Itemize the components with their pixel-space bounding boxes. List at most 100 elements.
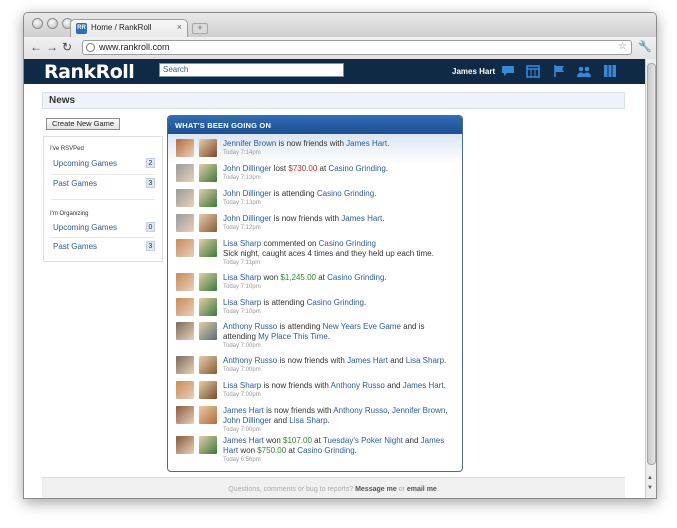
timestamp: Today 7:13pm — [223, 200, 261, 206]
vertical-scrollbar[interactable]: ▲ ▼ — [645, 59, 656, 498]
sidebar-item-rsvp-upcoming[interactable]: Upcoming Games 2 — [53, 157, 155, 171]
feed-link[interactable]: James Hart — [341, 214, 382, 223]
user-avatar[interactable] — [176, 406, 194, 424]
back-icon[interactable]: ← — [30, 40, 42, 54]
chat-bubble-icon[interactable] — [500, 64, 516, 78]
feed-link[interactable]: Lisa Sharp — [406, 356, 444, 365]
feed-link[interactable]: James Hart — [346, 139, 387, 148]
feed-link[interactable]: James Hart — [403, 381, 444, 390]
user-avatar[interactable] — [176, 273, 194, 291]
feed-link[interactable]: Anthony Russo — [333, 406, 387, 415]
feed-link[interactable]: My Place This Time — [258, 332, 328, 341]
feed-link[interactable]: James Hart — [347, 356, 388, 365]
feed-link[interactable]: Lisa Sharp — [223, 239, 261, 248]
related-avatar[interactable] — [199, 298, 217, 316]
scroll-up-icon[interactable]: ▲ — [647, 475, 653, 481]
sidebar-item-org-upcoming[interactable]: Upcoming Games 0 — [53, 221, 155, 235]
related-avatar[interactable] — [199, 273, 217, 291]
feed-link[interactable]: Casino Grinding — [327, 273, 384, 282]
user-avatar[interactable] — [176, 381, 194, 399]
related-avatar[interactable] — [199, 214, 217, 232]
money-amount: $730.00 — [288, 164, 318, 173]
feed-link[interactable]: Casino Grinding — [317, 189, 374, 198]
reload-icon[interactable]: ↻ — [62, 40, 72, 54]
related-avatar[interactable] — [199, 239, 217, 257]
feed-link[interactable]: Anthony Russo — [223, 356, 277, 365]
feed-link[interactable]: Casino Grinding — [297, 446, 354, 455]
people-icon[interactable] — [576, 64, 592, 78]
footer-text-mid: or — [396, 486, 407, 493]
related-avatar[interactable] — [199, 322, 217, 340]
user-avatar[interactable] — [176, 239, 194, 257]
timestamp: Today 7:13pm — [223, 175, 261, 181]
user-avatar[interactable] — [176, 214, 194, 232]
feed-text: is now friends with — [277, 356, 348, 365]
feed-link[interactable]: Tuesday's Poker Night — [323, 436, 403, 445]
feed-link[interactable]: John Dillinger — [223, 416, 271, 425]
related-avatar[interactable] — [199, 164, 217, 182]
calendar-icon[interactable] — [525, 64, 541, 78]
user-avatar[interactable] — [176, 189, 194, 207]
related-avatar[interactable] — [199, 139, 217, 157]
forward-icon[interactable]: → — [46, 40, 58, 54]
feed-link[interactable]: John Dillinger — [223, 164, 271, 173]
close-tab-icon[interactable]: × — [177, 22, 182, 32]
feed-link[interactable]: Lisa Sharp — [223, 298, 261, 307]
user-avatar[interactable] — [176, 164, 194, 182]
user-avatar[interactable] — [176, 298, 194, 316]
feed-link[interactable]: Jennifer Brown — [392, 406, 445, 415]
feed-text: is now friends with — [261, 381, 331, 390]
site-logo[interactable]: RankRoll — [44, 61, 135, 83]
search-input[interactable]: Search — [159, 63, 344, 77]
feed-link[interactable]: Casino Grinding — [307, 298, 364, 307]
message-me-link[interactable]: Message me — [355, 486, 397, 493]
sidebar-item-org-past[interactable]: Past Games 3 — [53, 240, 155, 254]
scroll-down-icon[interactable]: ▼ — [647, 485, 653, 491]
close-window-button[interactable] — [32, 18, 43, 29]
bookmark-star-icon[interactable]: ☆ — [618, 41, 627, 52]
minimize-window-button[interactable] — [47, 18, 58, 29]
timestamp: Today 7:00pm — [223, 343, 261, 349]
feed-link[interactable]: James Hart — [223, 406, 264, 415]
user-avatar[interactable] — [176, 139, 194, 157]
sidebar-item-label: Past Games — [53, 242, 98, 251]
user-avatar[interactable] — [176, 322, 194, 340]
user-name-link[interactable]: James Hart — [452, 67, 495, 76]
feed-link[interactable]: Anthony Russo — [331, 381, 385, 390]
feed-text: at — [286, 446, 298, 455]
feed-link[interactable]: New Years Eve Game — [323, 322, 401, 331]
feed-link[interactable]: Casino Grinding — [328, 164, 385, 173]
feed-link[interactable]: John Dillinger — [223, 214, 271, 223]
feed-link[interactable]: Jennifer Brown — [223, 139, 276, 148]
user-avatar[interactable] — [176, 356, 194, 374]
feed-link[interactable]: Lisa Sharp — [289, 416, 327, 425]
feed-link[interactable]: Lisa Sharp — [223, 381, 261, 390]
email-me-link[interactable]: email me — [407, 486, 437, 493]
address-bar[interactable]: www.rankroll.com ☆ — [82, 40, 632, 55]
wrench-icon[interactable]: 🔧 — [638, 40, 652, 53]
feed-link[interactable]: Casino Grinding — [319, 239, 376, 248]
address-text: www.rankroll.com — [99, 42, 170, 52]
create-new-game-button[interactable]: Create New Game — [46, 118, 121, 130]
related-avatar[interactable] — [199, 381, 217, 399]
feed-text: . — [354, 446, 357, 455]
grid-icon[interactable] — [602, 64, 618, 78]
scrollbar-thumb[interactable] — [647, 63, 656, 465]
related-avatar[interactable] — [199, 436, 217, 454]
feed-text: . — [384, 273, 387, 282]
flag-icon[interactable] — [551, 64, 567, 78]
user-avatar[interactable] — [176, 436, 194, 454]
related-avatar[interactable] — [199, 356, 217, 374]
feed-link[interactable]: John Dillinger — [223, 189, 271, 198]
related-avatar[interactable] — [199, 189, 217, 207]
browser-tab[interactable]: RR Home / RankRoll × — [70, 19, 188, 37]
feed-link[interactable]: Lisa Sharp — [223, 273, 261, 282]
feed-link[interactable]: James Hart — [223, 436, 264, 445]
sidebar-item-rsvp-past[interactable]: Past Games 3 — [53, 177, 155, 191]
related-avatar[interactable] — [199, 406, 217, 424]
feed-link[interactable]: Anthony Russo — [223, 322, 277, 331]
divider — [51, 174, 155, 175]
new-tab-button[interactable]: + — [192, 23, 208, 34]
timestamp: Today 7:00pm — [223, 367, 261, 373]
feed-text: and — [271, 416, 290, 425]
